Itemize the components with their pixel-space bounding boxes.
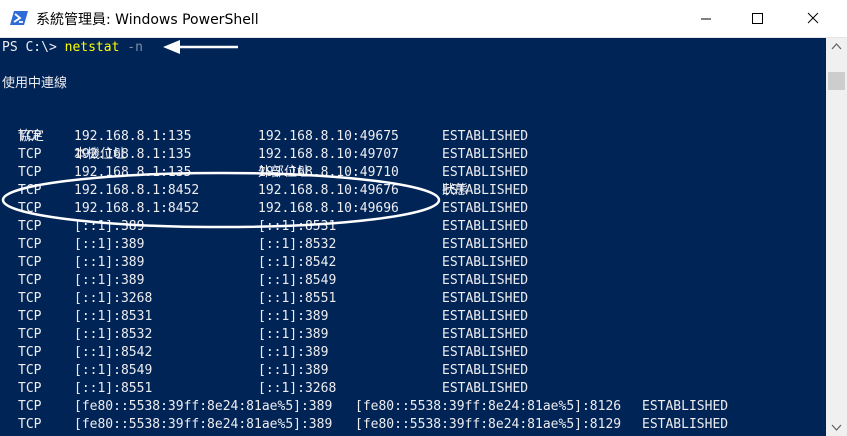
row-local-address: [fe80::5538:39ff:8e24:81ae%5]:389 xyxy=(74,399,333,414)
row-local-address: [::1]:389 xyxy=(74,219,145,234)
row-local-address: [::1]:3268 xyxy=(74,291,153,306)
row-state: ESTABLISHED xyxy=(642,417,729,432)
scrollbar-thumb[interactable] xyxy=(828,72,845,90)
maximize-icon xyxy=(752,13,763,24)
console-output[interactable]: PS C:\> netstat -n 使用中連線 協定 本機位址 外部位址 狀態… xyxy=(0,38,826,436)
row-state: ESTABLISHED xyxy=(442,291,529,306)
window-title: 系統管理員: Windows PowerShell xyxy=(36,12,259,28)
row-local-address: [::1]:8531 xyxy=(74,309,153,324)
row-foreign-address: 192.168.8.10:49710 xyxy=(258,165,399,180)
row-protocol: TCP xyxy=(18,255,42,270)
row-foreign-address: [::1]:8551 xyxy=(258,291,337,306)
row-protocol: TCP xyxy=(18,165,42,180)
row-foreign-address: [::1]:389 xyxy=(258,309,329,324)
row-foreign-address: [::1]:389 xyxy=(258,363,329,378)
section-title: 使用中連線 xyxy=(2,76,68,91)
scroll-up-icon[interactable] xyxy=(826,38,847,55)
close-icon xyxy=(807,12,819,24)
row-local-address: [::1]:8549 xyxy=(74,363,153,378)
row-state: ESTABLISHED xyxy=(442,273,529,288)
row-protocol: TCP xyxy=(18,237,42,252)
title-bar[interactable]: 系統管理員: Windows PowerShell xyxy=(0,0,847,38)
command-text: netstat xyxy=(64,40,120,55)
row-state: ESTABLISHED xyxy=(442,165,529,180)
row-foreign-address: 192.168.8.10:49696 xyxy=(258,201,399,216)
row-foreign-address: 192.168.8.10:49707 xyxy=(258,147,399,162)
row-foreign-address: 192.168.8.10:49675 xyxy=(258,129,399,144)
row-foreign-address: [::1]:8542 xyxy=(258,255,337,270)
row-local-address: [::1]:8551 xyxy=(74,381,153,396)
maximize-button[interactable] xyxy=(734,0,780,37)
minimize-button[interactable] xyxy=(683,0,729,37)
row-protocol: TCP xyxy=(18,399,42,414)
powershell-window: 系統管理員: Windows PowerShell PS C:\> netsta… xyxy=(0,0,847,436)
row-foreign-address: [::1]:389 xyxy=(258,327,329,342)
row-protocol: TCP xyxy=(18,417,42,432)
command-argument: -n xyxy=(119,40,143,55)
row-local-address: [::1]:389 xyxy=(74,237,145,252)
row-state: ESTABLISHED xyxy=(442,309,529,324)
row-protocol: TCP xyxy=(18,129,42,144)
row-state: ESTABLISHED xyxy=(442,345,529,360)
row-local-address: 192.168.8.1:8452 xyxy=(74,201,200,216)
row-protocol: TCP xyxy=(18,147,42,162)
row-state: ESTABLISHED xyxy=(442,327,529,342)
row-foreign-address: [::1]:3268 xyxy=(258,381,337,396)
row-state: ESTABLISHED xyxy=(442,363,529,378)
row-state: ESTABLISHED xyxy=(642,399,729,414)
close-button[interactable] xyxy=(790,0,836,37)
prompt-line: PS C:\> netstat -n xyxy=(2,39,143,57)
row-protocol: TCP xyxy=(18,363,42,378)
row-foreign-address: [::1]:8549 xyxy=(258,273,337,288)
row-foreign-address: [::1]:389 xyxy=(258,345,329,360)
scroll-down-icon[interactable] xyxy=(826,419,847,436)
row-local-address: [::1]:389 xyxy=(74,255,145,270)
row-protocol: TCP xyxy=(18,219,42,234)
table-header: 協定 本機位址 外部位址 狀態 xyxy=(2,110,468,198)
powershell-icon xyxy=(10,11,28,25)
vertical-scrollbar[interactable] xyxy=(826,38,847,436)
row-protocol: TCP xyxy=(18,273,42,288)
row-local-address: 192.168.8.1:135 xyxy=(74,129,192,144)
row-protocol: TCP xyxy=(18,309,42,324)
row-foreign-address: [fe80::5538:39ff:8e24:81ae%5]:8126 xyxy=(355,399,622,414)
row-state: ESTABLISHED xyxy=(442,129,529,144)
row-local-address: 192.168.8.1:135 xyxy=(74,165,192,180)
row-local-address: [::1]:8532 xyxy=(74,327,153,342)
row-local-address: [::1]:8542 xyxy=(74,345,153,360)
row-local-address: 192.168.8.1:135 xyxy=(74,147,192,162)
row-protocol: TCP xyxy=(18,291,42,306)
row-state: ESTABLISHED xyxy=(442,219,529,234)
row-state: ESTABLISHED xyxy=(442,237,529,252)
row-protocol: TCP xyxy=(18,345,42,360)
row-protocol: TCP xyxy=(18,327,42,342)
row-foreign-address: 192.168.8.10:49676 xyxy=(258,183,399,198)
row-protocol: TCP xyxy=(18,381,42,396)
row-state: ESTABLISHED xyxy=(442,183,529,198)
row-state: ESTABLISHED xyxy=(442,201,529,216)
row-local-address: [::1]:389 xyxy=(74,273,145,288)
row-local-address: 192.168.8.1:8452 xyxy=(74,183,200,198)
row-state: ESTABLISHED xyxy=(442,255,529,270)
row-foreign-address: [::1]:8531 xyxy=(258,219,337,234)
row-foreign-address: [::1]:8532 xyxy=(258,237,337,252)
row-local-address: [fe80::5538:39ff:8e24:81ae%5]:389 xyxy=(74,417,333,432)
row-state: ESTABLISHED xyxy=(442,381,529,396)
row-state: ESTABLISHED xyxy=(442,147,529,162)
minimize-icon xyxy=(701,18,711,20)
prompt: PS C:\> xyxy=(2,40,65,55)
row-foreign-address: [fe80::5538:39ff:8e24:81ae%5]:8129 xyxy=(355,417,622,432)
row-protocol: TCP xyxy=(18,183,42,198)
row-protocol: TCP xyxy=(18,201,42,216)
